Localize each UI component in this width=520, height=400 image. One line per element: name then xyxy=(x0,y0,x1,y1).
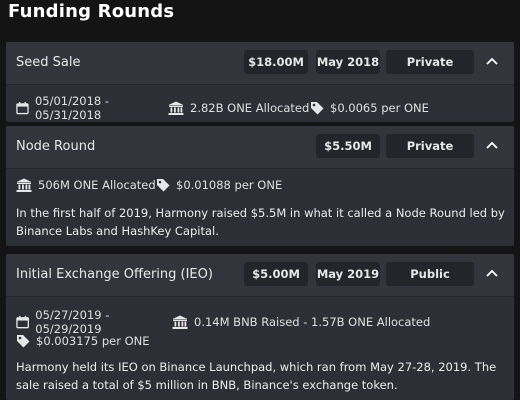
period-text: 05/01/2018 - 05/31/2018 xyxy=(34,94,110,122)
round-card-node-round: Node Round $5.50M Private 506M ONE Alloc… xyxy=(6,126,514,246)
page-title: Funding Rounds xyxy=(8,1,175,22)
allocation-text: 506M ONE Allocated xyxy=(38,178,156,192)
calendar-icon xyxy=(16,101,29,115)
tag-icon xyxy=(157,179,170,192)
allocation-item: 2.82B ONE Allocated xyxy=(168,101,310,115)
price-item: $0.0065 per ONE xyxy=(310,101,429,115)
period-text: 05/27/2019 - 05/29/2019 xyxy=(35,308,110,336)
chevron-up-icon[interactable] xyxy=(484,53,500,69)
period-item: 05/27/2019 - 05/29/2019 xyxy=(16,308,172,336)
bank-icon xyxy=(172,315,188,329)
amount-badge: $18.00M xyxy=(244,50,308,74)
round-description: In the first half of 2019, Harmony raise… xyxy=(16,206,505,238)
round-name: Seed Sale xyxy=(16,55,81,70)
calendar-icon xyxy=(16,315,29,329)
round-name: Node Round xyxy=(16,139,96,154)
round-meta: 05/27/2019 - 05/29/2019 0.14M BNB Raised… xyxy=(16,308,430,336)
tag-icon xyxy=(17,335,30,348)
round-card-seed-sale: Seed Sale $18.00M May 2018 Private 05/01… xyxy=(6,42,514,122)
price-text: $0.01088 per ONE xyxy=(176,178,283,192)
round-name: Initial Exchange Offering (IEO) xyxy=(16,267,213,282)
amount-badge: $5.00M xyxy=(244,262,308,286)
round-description: Harmony held its IEO on Binance Launchpa… xyxy=(16,360,497,392)
allocation-item: 506M ONE Allocated xyxy=(16,178,156,192)
round-meta-price: $0.003175 per ONE xyxy=(16,334,150,348)
bank-icon xyxy=(168,101,184,115)
date-badge: May 2018 xyxy=(316,50,380,74)
allocation-text: 2.82B ONE Allocated xyxy=(190,101,310,115)
price-text: $0.0065 per ONE xyxy=(330,101,429,115)
round-header[interactable]: Seed Sale $18.00M May 2018 Private xyxy=(6,42,514,85)
bank-icon xyxy=(16,178,32,192)
amount-badge: $5.50M xyxy=(316,134,380,158)
type-badge: Private xyxy=(386,134,474,158)
chevron-up-icon[interactable] xyxy=(484,265,500,281)
period-item: 05/01/2018 - 05/31/2018 xyxy=(16,94,168,122)
round-header[interactable]: Initial Exchange Offering (IEO) $5.00M M… xyxy=(6,254,514,297)
price-text: $0.003175 per ONE xyxy=(36,334,150,348)
allocation-item: 0.14M BNB Raised - 1.57B ONE Allocated xyxy=(172,315,430,329)
type-badge: Private xyxy=(386,50,474,74)
round-meta: 05/01/2018 - 05/31/2018 2.82B ONE Alloca… xyxy=(16,94,429,122)
round-header[interactable]: Node Round $5.50M Private xyxy=(6,126,514,169)
funding-rounds-panel: Funding Rounds Seed Sale $18.00M May 201… xyxy=(0,0,520,400)
allocation-text: 0.14M BNB Raised - 1.57B ONE Allocated xyxy=(194,315,431,329)
type-badge: Public xyxy=(386,262,474,286)
price-item: $0.01088 per ONE xyxy=(156,178,282,192)
tag-icon xyxy=(311,102,324,115)
date-badge: May 2019 xyxy=(316,262,380,286)
round-meta: 506M ONE Allocated $0.01088 per ONE xyxy=(16,178,282,192)
price-item: $0.003175 per ONE xyxy=(16,334,150,348)
chevron-up-icon[interactable] xyxy=(484,137,500,153)
round-card-ieo: Initial Exchange Offering (IEO) $5.00M M… xyxy=(6,254,514,400)
